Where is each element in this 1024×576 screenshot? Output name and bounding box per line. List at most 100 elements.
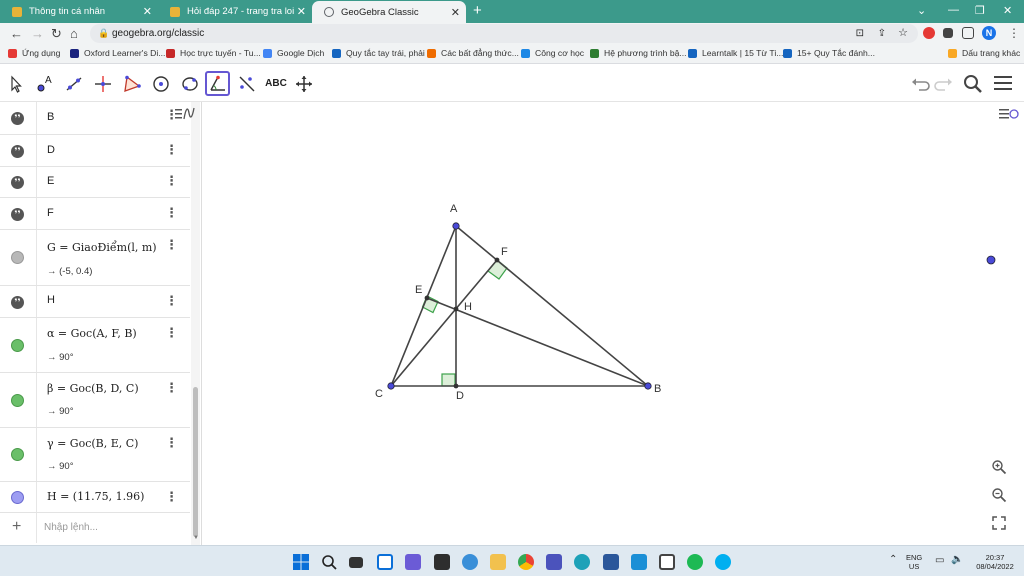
row-menu-icon[interactable]: ⋮: [165, 238, 178, 251]
hidden-object-icon[interactable]: ❜❜: [11, 145, 24, 158]
fullscreen-icon[interactable]: [992, 516, 1006, 533]
add-icon[interactable]: +: [12, 518, 21, 536]
home-icon[interactable]: ⌂: [70, 26, 78, 41]
input-placeholder[interactable]: Nhập lệnh...: [44, 522, 98, 533]
visibility-toggle-icon[interactable]: [11, 251, 24, 264]
edge-icon[interactable]: [574, 554, 590, 570]
browser-tab-2[interactable]: Hỏi đáp 247 - trang tra loi ✕: [158, 0, 312, 23]
bookmark-other[interactable]: Dấu trang khác: [948, 48, 1020, 58]
spotify-icon[interactable]: [687, 554, 703, 570]
new-tab-icon[interactable]: +: [473, 2, 482, 19]
teams-icon[interactable]: [546, 554, 562, 570]
line-tool-icon[interactable]: [61, 71, 86, 96]
widgets-icon[interactable]: [377, 554, 393, 570]
teams-chat-icon[interactable]: [405, 554, 421, 570]
algebra-definition[interactable]: B: [47, 111, 54, 123]
chevron-down-icon[interactable]: ⌄: [917, 4, 926, 17]
tray-chevron-up-icon[interactable]: ⌃: [889, 554, 897, 565]
algebra-row-gamma[interactable]: γ = Goc(B, E, C) → 90° ⋮: [0, 428, 190, 482]
graphics-style-bar-icon[interactable]: [998, 105, 1020, 126]
skype-icon[interactable]: [715, 554, 731, 570]
algebra-definition[interactable]: G = GiaoĐiểm(l, m): [47, 241, 157, 254]
visibility-toggle-icon[interactable]: [11, 491, 24, 504]
algebra-definition[interactable]: β = Goc(B, D, C): [47, 382, 139, 395]
reload-icon[interactable]: ↻: [51, 26, 62, 42]
side-panel-icon[interactable]: [962, 27, 974, 39]
algebra-row-beta[interactable]: β = Goc(B, D, C) → 90° ⋮: [0, 373, 190, 428]
angle-tool-icon[interactable]: [205, 71, 230, 96]
algebra-row-F[interactable]: ❜❜ F ⋮: [0, 198, 190, 230]
undo-icon[interactable]: [909, 73, 931, 96]
algebra-row-D[interactable]: ❜❜ D ⋮: [0, 135, 190, 167]
bookmark-apps[interactable]: Ứng dụng: [8, 48, 60, 58]
hidden-object-icon[interactable]: ❜❜: [11, 296, 24, 309]
bookmark-he-phuong-trinh[interactable]: Hệ phương trình bậ...: [590, 48, 687, 58]
language-indicator[interactable]: ENG US: [906, 553, 922, 571]
network-icon[interactable]: ▭: [935, 555, 944, 566]
app-icon-3[interactable]: [659, 554, 675, 570]
algebra-row-E[interactable]: ❜❜ E ⋮: [0, 167, 190, 198]
algebra-row-H-value[interactable]: H = (11.75, 1.96) ⋮: [0, 482, 190, 513]
chrome-icon[interactable]: [518, 554, 534, 570]
visibility-toggle-icon[interactable]: [11, 448, 24, 461]
point-tool-icon[interactable]: A: [32, 71, 57, 96]
windows-start-icon[interactable]: [293, 554, 309, 570]
text-tool-icon[interactable]: ABC: [262, 71, 290, 96]
row-menu-icon[interactable]: ⋮: [165, 206, 178, 219]
bookmark-quy-tac[interactable]: Quy tắc tay trái, phải: [332, 48, 425, 58]
row-menu-icon[interactable]: ⋮: [165, 326, 178, 339]
bookmark-google-dich[interactable]: Google Dịch: [263, 48, 324, 58]
snip-tool-icon[interactable]: [631, 554, 647, 570]
row-menu-icon[interactable]: ⋮: [165, 490, 178, 503]
tab-close-icon[interactable]: ✕: [297, 5, 306, 18]
reflect-tool-icon[interactable]: [234, 71, 259, 96]
circle-3pt-tool-icon[interactable]: [177, 71, 202, 96]
algebra-row-alpha[interactable]: α = Goc(A, F, B) → 90° ⋮: [0, 318, 190, 373]
row-menu-icon[interactable]: ⋮: [165, 294, 178, 307]
minimize-icon[interactable]: —: [948, 4, 959, 16]
clock[interactable]: 20:37 08/04/2022: [969, 553, 1021, 571]
visibility-toggle-icon[interactable]: [11, 339, 24, 352]
file-explorer-icon[interactable]: [490, 554, 506, 570]
extensions-puzzle-icon[interactable]: [943, 28, 953, 38]
hidden-object-icon[interactable]: ❜❜: [11, 208, 24, 221]
browser-tab-1[interactable]: Thông tin cá nhân ✕: [0, 0, 158, 23]
circle-tool-icon[interactable]: [148, 71, 173, 96]
app-icon-1[interactable]: [434, 554, 450, 570]
algebra-row-G[interactable]: G = GiaoĐiểm(l, m) → (-5, 0.4) ⋮: [0, 230, 190, 286]
bookmark-star-icon[interactable]: ☆: [898, 24, 908, 43]
close-window-icon[interactable]: ✕: [1003, 4, 1012, 17]
input-bar[interactable]: + Nhập lệnh...: [0, 513, 190, 543]
translate-icon[interactable]: ⊡: [856, 24, 864, 43]
zoom-in-icon[interactable]: [991, 459, 1007, 478]
row-menu-icon[interactable]: ⋮: [165, 143, 178, 156]
algebra-definition[interactable]: α = Goc(A, F, B): [47, 327, 137, 340]
tab-close-icon[interactable]: ✕: [451, 6, 460, 19]
zoom-out-icon[interactable]: [991, 487, 1007, 506]
algebra-scrollbar[interactable]: ▼: [191, 102, 200, 545]
profile-avatar[interactable]: N: [982, 26, 996, 40]
share-icon[interactable]: ⇪: [878, 24, 886, 43]
row-menu-icon[interactable]: ⋮: [165, 381, 178, 394]
algebra-style-bar-icon[interactable]: [174, 105, 196, 126]
word-icon[interactable]: [603, 554, 619, 570]
algebra-definition[interactable]: γ = Goc(B, E, C): [47, 437, 138, 450]
tab-close-icon[interactable]: ✕: [143, 5, 152, 18]
extension-red-icon[interactable]: [923, 27, 935, 39]
taskbar-search-icon[interactable]: [321, 554, 337, 570]
row-menu-icon[interactable]: ⋮: [165, 436, 178, 449]
volume-icon[interactable]: 🔈: [951, 554, 963, 565]
perpendicular-tool-icon[interactable]: [90, 71, 115, 96]
url-input[interactable]: 🔒 geogebra.org/classic ⊡ ⇪ ☆: [90, 24, 918, 43]
algebra-definition[interactable]: H = (11.75, 1.96): [47, 490, 144, 503]
algebra-row-B[interactable]: ❜❜ B ⋮: [0, 102, 190, 135]
scroll-down-icon[interactable]: ▼: [193, 535, 199, 541]
geometry-canvas[interactable]: [203, 102, 1024, 545]
menu-kebab-icon[interactable]: ⋮: [1008, 26, 1020, 40]
bookmark-quy-tac-danh[interactable]: 15+ Quy Tắc đánh...: [783, 48, 875, 58]
redo-icon[interactable]: [933, 73, 955, 96]
bookmark-learntalk[interactable]: Learntalk | 15 Từ Ti...: [688, 48, 783, 58]
back-icon[interactable]: ←: [10, 26, 23, 41]
restore-icon[interactable]: ❐: [975, 4, 985, 17]
algebra-row-H-hidden[interactable]: ❜❜ H ⋮: [0, 286, 190, 318]
